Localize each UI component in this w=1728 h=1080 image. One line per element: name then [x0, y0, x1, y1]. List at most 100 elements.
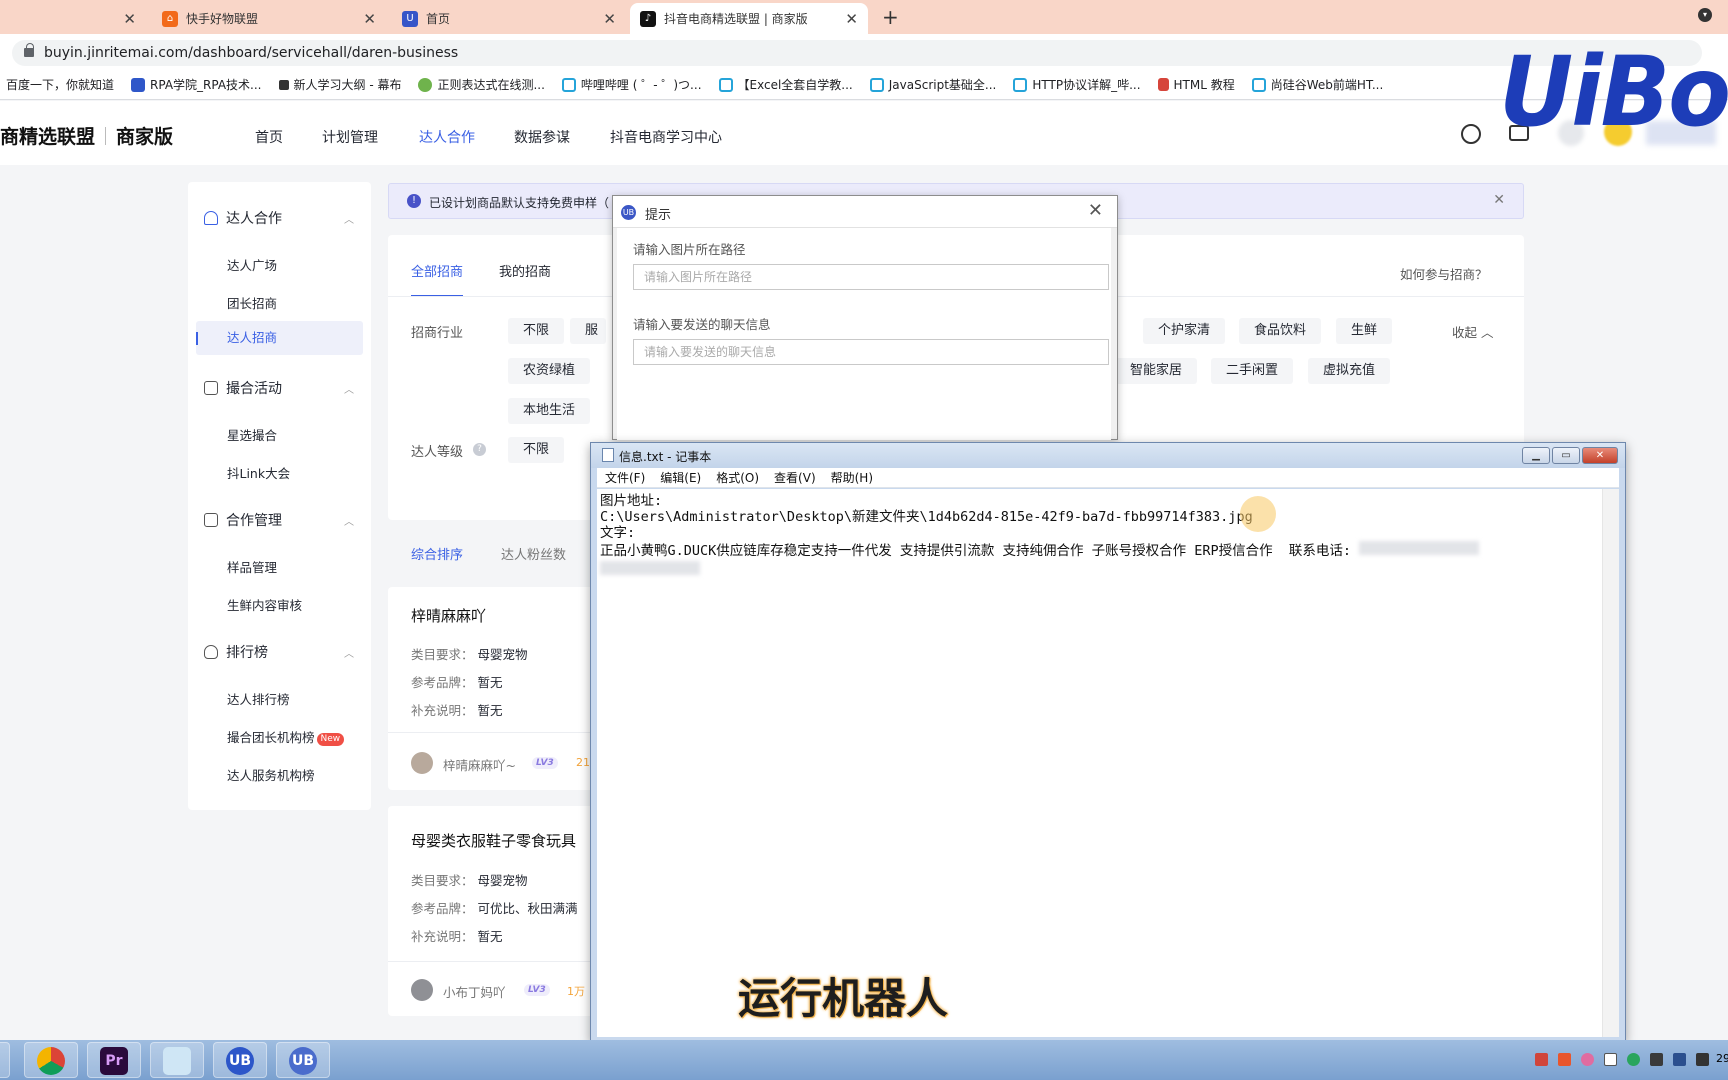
menu-edit[interactable]: 编辑(E) — [660, 469, 701, 486]
taskbar-uibot[interactable]: UB — [213, 1042, 267, 1078]
sidebar-item-talent-ranking[interactable]: 达人排行榜 — [227, 689, 290, 708]
chevron-up-icon: ︿ — [344, 648, 354, 660]
tab-all-recruit[interactable]: 全部招商 — [411, 261, 464, 297]
tray-app-icon[interactable] — [1581, 1053, 1594, 1066]
bilibili-icon — [869, 77, 884, 92]
taskbar-explorer[interactable] — [0, 1042, 10, 1078]
tab-my-recruit[interactable]: 我的招商 — [499, 261, 551, 280]
bookmark[interactable]: 新人学习大纲 - 幕布 — [278, 76, 401, 93]
chip-food[interactable]: 食品饮料 — [1239, 318, 1322, 344]
sort-fans[interactable]: 达人粉丝数 — [501, 544, 566, 563]
bookmark[interactable]: HTTP协议详解_哔... — [1013, 76, 1141, 93]
menu-view[interactable]: 查看(V) — [774, 469, 816, 486]
tab-search-icon[interactable]: ▾ — [1698, 8, 1712, 22]
tray-app-icon[interactable] — [1627, 1053, 1640, 1066]
mubu-icon — [278, 79, 289, 90]
chip-local-life[interactable]: 本地生活 — [508, 398, 591, 424]
clock[interactable]: 29 — [1716, 1052, 1728, 1065]
recruit-list-item[interactable]: 母婴类衣服鞋子零食玩具 类目要求： 母婴宠物 参考品牌： 可优比、秋田满满 补充… — [388, 806, 603, 1016]
chip-personal-care[interactable]: 个护家清 — [1143, 318, 1226, 344]
sidebar-item-talent-square[interactable]: 达人广场 — [227, 255, 277, 274]
kuaishou-icon: ⌂ — [162, 10, 178, 27]
nav-talent[interactable]: 达人合作 — [419, 127, 475, 147]
close-icon[interactable]: ✕ — [845, 10, 858, 28]
maximize-button[interactable]: ▭ — [1552, 447, 1580, 464]
sidebar-item-fresh-review[interactable]: 生鲜内容审核 — [227, 595, 302, 614]
site-logo[interactable]: 商精选联盟 商家版 — [0, 122, 173, 149]
sidebar-item-service-ranking[interactable]: 达人服务机构榜 — [227, 765, 315, 784]
chevron-up-icon: ︿ — [344, 516, 354, 528]
video-caption: 运行机器人 — [738, 974, 949, 1023]
sidebar-item-link-conference[interactable]: 抖Link大会 — [227, 463, 290, 482]
chip-unlimited[interactable]: 不限 — [508, 318, 565, 344]
chip-clothing[interactable]: 服 — [570, 318, 606, 344]
star-icon — [204, 211, 218, 225]
sidebar-group-talent[interactable]: 达人合作 ︿ — [204, 208, 354, 228]
close-icon[interactable]: ✕ — [123, 10, 136, 28]
sidebar-group-match[interactable]: 撮合活动 ︿ — [204, 378, 354, 398]
message-input[interactable]: 请输入要发送的聊天信息 — [633, 339, 1109, 365]
notepad-text-area[interactable]: 图片地址: C:\Users\Administrator\Desktop\新建文… — [597, 489, 1619, 1037]
taskbar-notepad[interactable] — [150, 1042, 204, 1078]
bookmark[interactable]: HTML 教程 — [1157, 76, 1235, 93]
bookmark[interactable]: 【Excel全套自学教... — [718, 76, 853, 93]
close-icon[interactable]: ✕ — [603, 10, 616, 28]
chip-virtual-topup[interactable]: 虚拟充值 — [1308, 358, 1391, 384]
nav-home[interactable]: 首页 — [255, 127, 283, 147]
minimize-button[interactable]: ▁ — [1522, 447, 1550, 464]
browser-tab-active[interactable]: ♪ 抖音电商精选联盟 | 商家版 ✕ — [630, 3, 868, 34]
nav-plan[interactable]: 计划管理 — [322, 127, 378, 147]
bookmark[interactable]: RPA学院_RPA技术... — [131, 76, 262, 93]
menu-format[interactable]: 格式(O) — [716, 469, 759, 486]
sidebar-item-samples[interactable]: 样品管理 — [227, 557, 277, 576]
scrollbar[interactable] — [1602, 489, 1619, 1037]
nav-data[interactable]: 数据参谋 — [514, 127, 570, 147]
help-icon[interactable]: ? — [473, 443, 486, 456]
gear-icon[interactable] — [1461, 124, 1481, 144]
bookmark[interactable]: 尚硅谷Web前端HT... — [1251, 76, 1383, 93]
tray-shield-icon[interactable] — [1535, 1053, 1548, 1066]
sidebar-item-star-match[interactable]: 星选撮合 — [227, 425, 277, 444]
sort-default[interactable]: 综合排序 — [411, 544, 463, 563]
url-field[interactable]: buyin.jinritemai.com/dashboard/serviceha… — [12, 40, 1702, 66]
sidebar-group-ranking[interactable]: 排行榜 ︿ — [204, 642, 354, 662]
chip-agri[interactable]: 农资绿植 — [508, 358, 591, 384]
nav-learning[interactable]: 抖音电商学习中心 — [610, 127, 722, 147]
network-icon[interactable] — [1673, 1053, 1686, 1066]
taskbar-premiere[interactable]: Pr — [87, 1042, 141, 1078]
volume-icon[interactable] — [1696, 1053, 1709, 1066]
chip-fresh[interactable]: 生鲜 — [1336, 318, 1393, 344]
menu-help[interactable]: 帮助(H) — [831, 469, 873, 486]
chip-smart-home[interactable]: 智能家居 — [1115, 358, 1198, 384]
bookmarks-bar: 百度一下，你就知道 RPA学院_RPA技术... 新人学习大纲 - 幕布 正则表… — [0, 70, 1728, 100]
bookmark[interactable]: 哔哩哔哩 ( ゜- ゜)つ... — [561, 76, 702, 93]
browser-tab[interactable]: U 首页 ✕ — [392, 3, 626, 34]
sidebar-group-coop[interactable]: 合作管理 ︿ — [204, 510, 354, 530]
browser-tab[interactable]: ⌂ 快手好物联盟 ✕ — [152, 3, 386, 34]
bookmark[interactable]: 正则表达式在线测... — [418, 76, 545, 93]
close-button[interactable]: ✕ — [1582, 447, 1618, 464]
taskbar-chrome[interactable] — [24, 1042, 78, 1078]
tray-app-icon[interactable] — [1650, 1053, 1663, 1066]
close-icon[interactable]: ✕ — [1088, 200, 1103, 221]
sidebar-item-leader-ranking[interactable]: 撮合团长机构榜 New — [227, 727, 345, 746]
image-path-input[interactable]: 请输入图片所在路径 — [633, 264, 1109, 290]
collapse-toggle[interactable]: 收起 ︿ — [1452, 322, 1494, 341]
help-link[interactable]: 如何参与招商？ — [1400, 264, 1488, 283]
browser-tab[interactable]: ✕ — [0, 3, 146, 34]
sidebar-item-leader-recruit[interactable]: 团长招商 — [227, 293, 277, 312]
bookmark[interactable]: JavaScript基础全... — [869, 76, 996, 93]
bookmark[interactable]: 百度一下，你就知道 — [6, 76, 114, 93]
tray-app-icon[interactable] — [1558, 1053, 1571, 1066]
new-tab-button[interactable]: + — [882, 5, 899, 29]
close-icon[interactable]: ✕ — [1493, 192, 1505, 208]
recruit-list-item[interactable]: 梓晴麻麻吖 类目要求： 母婴宠物 参考品牌： 暂无 补充说明： 暂无 梓晴麻麻吖… — [388, 587, 603, 790]
chip-second-hand[interactable]: 二手闲置 — [1211, 358, 1294, 384]
menu-file[interactable]: 文件(F) — [605, 469, 645, 486]
taskbar-uibot-worker[interactable]: UB — [276, 1042, 330, 1078]
dialog-body: 请输入图片所在路径 请输入图片所在路径 请输入要发送的聊天信息 请输入要发送的聊… — [617, 228, 1111, 440]
tray-app-icon[interactable] — [1604, 1053, 1617, 1066]
chip-level-unlimited[interactable]: 不限 — [508, 437, 565, 463]
sidebar-item-talent-recruit[interactable]: 达人招商 — [196, 321, 363, 355]
close-icon[interactable]: ✕ — [363, 10, 376, 28]
